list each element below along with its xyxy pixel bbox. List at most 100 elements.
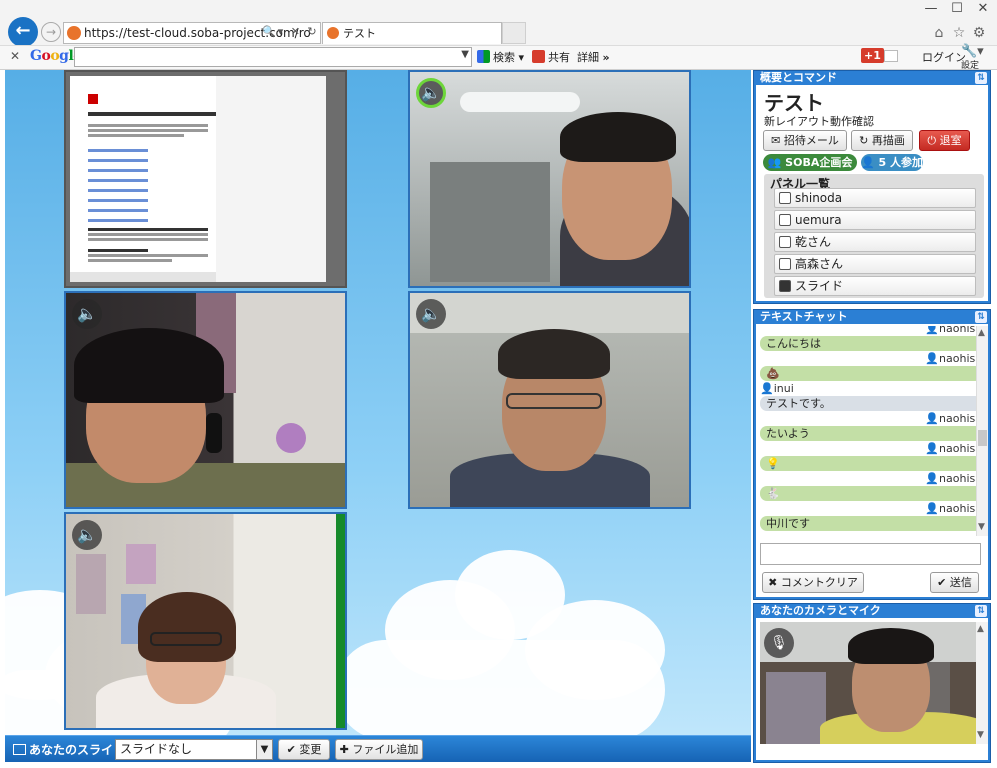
google-search-button[interactable]: 検索 ▾ — [477, 49, 524, 65]
headphones — [206, 413, 222, 453]
slide-bar-title: あなたのスライド — [13, 741, 125, 758]
slide-bar: あなたのスライド スライドなし ▼ ✔ 変更 ✚ ファイル追加 — [5, 735, 751, 762]
forward-arrow-icon[interactable]: → — [41, 22, 61, 42]
panel-item[interactable]: uemura — [774, 210, 976, 230]
participants-badge-text: 5 人参加 — [878, 156, 924, 169]
redraw-button[interactable]: ↻ 再描画 — [851, 130, 913, 151]
speaker-icon[interactable]: 🔈 — [72, 520, 102, 550]
chat-message: 💡 — [760, 456, 982, 471]
scrollbar-thumb[interactable] — [978, 430, 987, 446]
panel-item-label: スライド — [795, 279, 844, 293]
back-arrow-icon[interactable]: ← — [8, 17, 38, 47]
video-tile[interactable]: 🔈 — [64, 512, 347, 730]
login-link[interactable]: ログイン — [922, 49, 966, 65]
chat-user: 👤naohisa — [760, 412, 982, 426]
slide-select[interactable]: スライドなし ▼ — [115, 739, 273, 760]
chat-message: こんにちは — [760, 336, 982, 351]
chevron-down-icon[interactable]: ▼ — [977, 730, 984, 740]
panel-item[interactable]: 高森さん — [774, 254, 976, 274]
speaker-icon[interactable]: 🔈 — [416, 299, 446, 329]
address-tools[interactable]: 🔍▾ ✕ ↻ — [262, 22, 320, 44]
google-search-icon — [477, 50, 490, 63]
leave-button[interactable]: ⏻ 退室 — [919, 130, 970, 151]
refresh-icon: ↻ — [859, 134, 872, 147]
user-icon: 👤 — [861, 156, 879, 169]
collapse-toggle-icon[interactable]: ⇅ — [975, 605, 987, 617]
green-edge — [336, 514, 345, 728]
chat-entry: 👤naohisa 💩 — [760, 352, 982, 381]
chevron-down-icon: ▼ — [256, 740, 272, 759]
chat-message: たいよう — [760, 426, 982, 441]
add-file-button[interactable]: ✚ ファイル追加 — [335, 739, 423, 760]
person-hair — [74, 328, 224, 403]
power-icon: ⏻ — [927, 134, 940, 147]
participants-badge: 👤 5 人参加 — [861, 154, 923, 171]
chat-entry: 👤naohisa こんにちは — [760, 326, 982, 351]
speaker-icon[interactable]: 🔈 — [416, 78, 446, 108]
camera-scrollbar[interactable]: ▲ ▼ — [976, 622, 988, 744]
favorites-star-icon[interactable]: ☆ — [950, 24, 968, 42]
camera-panel-header: あなたのカメラとマイク ⇅ — [754, 604, 990, 618]
chat-entry: 👤naohisa 🐇 — [760, 472, 982, 501]
summary-panel-header-text: 概要とコマンド — [760, 71, 837, 84]
mail-icon: ✉ — [771, 134, 784, 147]
gplus-counter — [884, 50, 898, 62]
detail-button[interactable]: 詳細 » — [577, 49, 610, 65]
google-search-input[interactable]: ▼ — [74, 47, 472, 67]
microphone-icon[interactable]: 🎙 — [764, 628, 794, 658]
chat-user: 👤naohisa — [760, 352, 982, 366]
room-subtitle: 新レイアウト動作確認 — [764, 115, 874, 128]
document-margin — [216, 76, 326, 282]
collapse-toggle-icon[interactable]: ⇅ — [975, 311, 987, 323]
panel-item[interactable]: shinoda — [774, 188, 976, 208]
change-button[interactable]: ✔ 変更 — [278, 739, 330, 760]
video-tile[interactable]: 🔈 — [64, 291, 347, 509]
background-shelf — [766, 672, 826, 744]
tab-title: テスト — [343, 27, 376, 40]
document-section — [88, 226, 208, 264]
slide-select-value: スライドなし — [120, 742, 193, 756]
video-tile[interactable]: 🔈 — [408, 70, 691, 288]
maximize-button[interactable]: ☐ — [944, 0, 970, 20]
share-icon — [532, 50, 545, 63]
chat-user: 👤inui — [760, 382, 982, 396]
chevron-down-icon[interactable]: ▼ — [978, 522, 985, 532]
slide-document-panel[interactable] — [64, 70, 347, 288]
send-label: 送信 — [949, 576, 972, 589]
gear-icon[interactable]: ⚙ — [970, 24, 988, 42]
toolbar-close-icon[interactable]: ✕ — [10, 49, 20, 63]
share-button[interactable]: 共有 — [532, 49, 570, 65]
clear-comments-button[interactable]: ✖ コメントクリア — [762, 572, 864, 593]
share-label: 共有 — [548, 51, 570, 64]
office-background — [430, 162, 550, 282]
chat-user: 👤naohisa — [760, 472, 982, 486]
my-camera-video[interactable]: 🎙 — [760, 622, 982, 744]
collapse-toggle-icon[interactable]: ⇅ — [975, 72, 987, 84]
invite-mail-button[interactable]: ✉ 招待メール — [763, 130, 847, 151]
chat-panel: テキストチャット ⇅ 👤naohisa こんにちは 👤naohisa 💩 👤inui テ… — [753, 309, 991, 600]
panel-item[interactable]: 乾さん — [774, 232, 976, 252]
gplus-button[interactable]: +1 — [861, 48, 884, 63]
chat-log[interactable]: 👤naohisa こんにちは 👤naohisa 💩 👤inui テストです。 👤nao… — [760, 326, 982, 536]
browser-tab[interactable]: テスト — [322, 22, 502, 44]
home-icon[interactable]: ⌂ — [930, 24, 948, 42]
wrench-icon[interactable]: 🔧▾ — [961, 44, 984, 59]
video-tile[interactable]: 🔈 — [408, 291, 691, 509]
glasses — [506, 393, 602, 409]
user-icon — [779, 192, 791, 204]
chevron-up-icon[interactable]: ▲ — [977, 624, 984, 634]
send-button[interactable]: ✔ 送信 — [930, 572, 979, 593]
panel-item-label: uemura — [795, 213, 842, 227]
chat-panel-header: テキストチャット ⇅ — [754, 310, 990, 324]
minimize-button[interactable]: — — [918, 0, 944, 20]
chat-input[interactable] — [760, 543, 981, 565]
new-tab-button[interactable] — [502, 22, 526, 44]
speaker-icon[interactable]: 🔈 — [72, 299, 102, 329]
chat-entry: 👤naohisa 中川です — [760, 502, 982, 531]
invite-mail-label: 招待メール — [783, 134, 839, 147]
chevron-up-icon[interactable]: ▲ — [978, 328, 985, 338]
image-icon — [779, 280, 791, 292]
close-window-button[interactable]: ✕ — [970, 0, 996, 20]
chat-scrollbar[interactable]: ▲ ▼ — [976, 326, 988, 536]
panel-item[interactable]: スライド — [774, 276, 976, 296]
